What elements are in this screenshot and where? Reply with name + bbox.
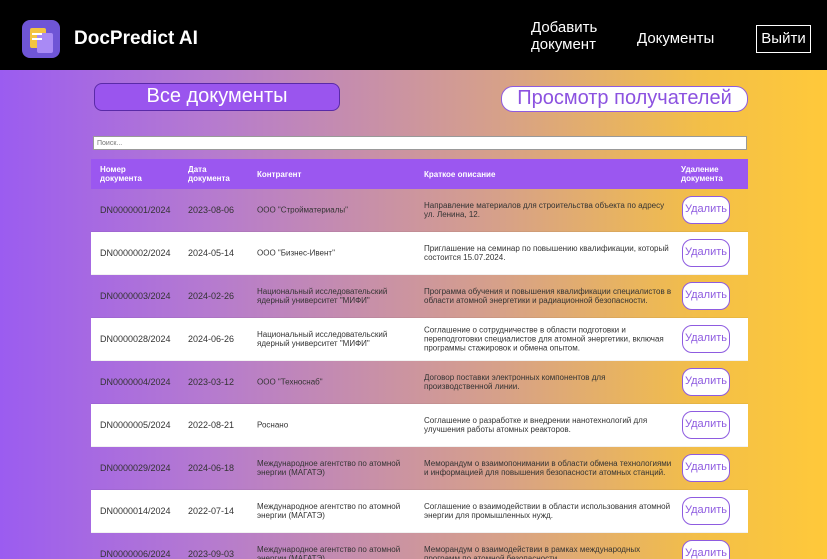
cell-description: Соглашение о взаимодействии в области ис…: [424, 502, 671, 520]
cell-date: 2023-08-06: [188, 205, 235, 215]
cell-date: 2024-06-18: [188, 463, 235, 473]
cell-agent: Национальный исследовательский ядерный у…: [257, 330, 388, 348]
cell-description: Приглашение на семинар по повышению квал…: [424, 244, 669, 262]
table-row: DN0000001/2024 2023-08-06 ООО "Стройматери…: [91, 189, 748, 232]
cell-number: DN0000028/2024: [100, 334, 171, 344]
table-header: Номер документа Дата документа Контраген…: [91, 159, 748, 189]
cell-number: DN0000006/2024: [100, 549, 171, 559]
search-input[interactable]: [93, 136, 747, 150]
cell-date: 2024-05-14: [188, 248, 235, 258]
delete-button[interactable]: Удалить: [682, 454, 730, 482]
cell-number: DN0000029/2024: [100, 463, 171, 473]
table-row: DN0000028/2024 2024-06-26 Национальный исс…: [91, 318, 748, 361]
delete-button[interactable]: Удалить: [682, 411, 730, 439]
cell-agent: ООО "Техноснаб": [257, 377, 323, 387]
delete-button[interactable]: Удалить: [682, 282, 730, 310]
cell-date: 2023-09-03: [188, 549, 235, 559]
documents-table: Номер документа Дата документа Контраген…: [91, 159, 748, 559]
delete-button[interactable]: Удалить: [682, 239, 730, 267]
cell-date: 2022-08-21: [188, 420, 235, 430]
delete-button[interactable]: Удалить: [682, 540, 730, 559]
cell-description: Соглашение о разработке и внедрении нано…: [424, 416, 648, 434]
header-number: Номер документа: [100, 165, 142, 183]
cell-description: Меморандум о взаимодействии в рамках меж…: [424, 545, 641, 559]
header-description: Краткое описание: [424, 170, 496, 179]
cell-number: DN0000001/2024: [100, 205, 171, 215]
delete-button[interactable]: Удалить: [682, 368, 730, 396]
cell-number: DN0000014/2024: [100, 506, 171, 516]
cell-number: DN0000004/2024: [100, 377, 171, 387]
delete-button[interactable]: Удалить: [682, 196, 730, 224]
cell-date: 2023-03-12: [188, 377, 235, 387]
logout-button[interactable]: Выйти: [756, 25, 811, 53]
cell-agent: Роснано: [257, 420, 289, 430]
cell-date: 2022-07-14: [188, 506, 235, 516]
cell-agent: Международное агентство по атомной энерг…: [257, 545, 401, 559]
table-row: DN0000005/2024 2022-08-21 Роснано Соглашени…: [91, 404, 748, 447]
app-logo-icon: [22, 20, 60, 58]
nav-add-document[interactable]: Добавить документ: [531, 19, 611, 53]
header-delete: Удаление документа: [681, 165, 723, 183]
brand-name: DocPredict AI: [74, 28, 198, 49]
cell-agent: Международное агентство по атомной энерг…: [257, 459, 401, 477]
header-agent: Контрагент: [257, 170, 302, 179]
table-row: DN0000002/2024 2024-05-14 ООО "Бизнес-Ивен…: [91, 232, 748, 275]
cell-description: Соглашение о сотрудничестве в области по…: [424, 325, 664, 353]
cell-description: Программа обучения и повышения квалифика…: [424, 287, 672, 305]
table-row: DN0000003/2024 2024-02-26 Национальный исс…: [91, 275, 748, 318]
table-row: DN0000004/2024 2023-03-12 ООО "Техноснаб" Д…: [91, 361, 748, 404]
delete-button[interactable]: Удалить: [682, 325, 730, 353]
cell-description: Направление материалов для строительства…: [424, 201, 665, 219]
cell-agent: Национальный исследовательский ядерный у…: [257, 287, 388, 305]
cell-date: 2024-06-26: [188, 334, 235, 344]
cell-date: 2024-02-26: [188, 291, 235, 301]
cell-description: Договор поставки электронных компонентов…: [424, 373, 606, 391]
cell-description: Меморандум о взаимопонимании в области о…: [424, 459, 672, 477]
header-date: Дата документа: [188, 165, 230, 183]
nav-documents[interactable]: Документы: [637, 30, 714, 47]
nav-add-document-label: Добавить документ: [531, 19, 598, 53]
table-row: DN0000014/2024 2022-07-14 Международное аг…: [91, 490, 748, 533]
cell-agent: ООО "Стройматериалы": [257, 205, 348, 215]
delete-button[interactable]: Удалить: [682, 497, 730, 525]
cell-number: DN0000002/2024: [100, 248, 171, 258]
cell-agent: ООО "Бизнес-Ивент": [257, 248, 335, 258]
table-row: DN0000029/2024 2024-06-18 Международное аг…: [91, 447, 748, 490]
cell-number: DN0000005/2024: [100, 420, 171, 430]
tab-all-documents[interactable]: Все документы: [94, 83, 340, 111]
top-navbar: DocPredict AI Добавить документ Документ…: [0, 0, 827, 70]
table-row: DN0000006/2024 2023-09-03 Международное аг…: [91, 533, 748, 559]
tab-view-recipients[interactable]: Просмотр получателей: [501, 86, 748, 112]
cell-agent: Международное агентство по атомной энерг…: [257, 502, 401, 520]
cell-number: DN0000003/2024: [100, 291, 171, 301]
